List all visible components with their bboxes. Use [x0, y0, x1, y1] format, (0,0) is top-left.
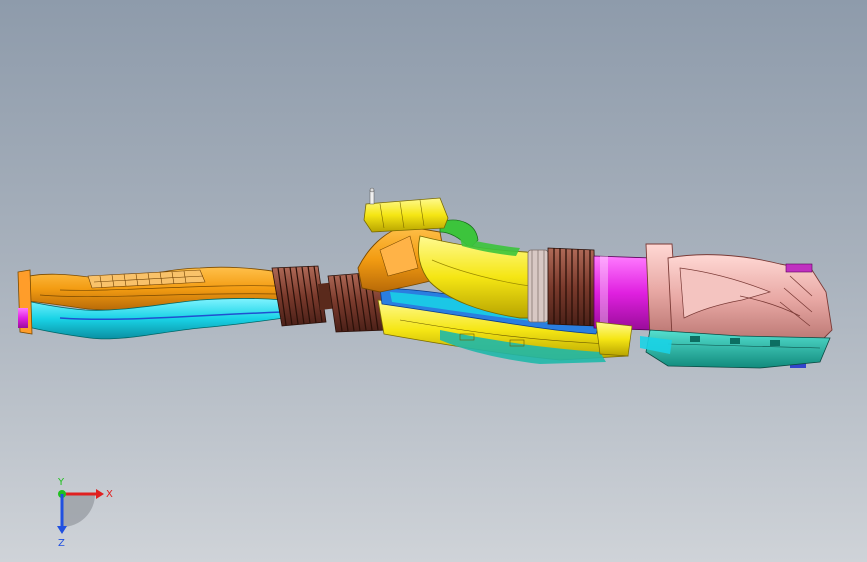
z-axis-arrow-icon — [57, 526, 67, 534]
orientation-triad: X Y Z — [57, 477, 113, 549]
intake-snorkel[interactable] — [17, 266, 285, 340]
hose-clamp-rings[interactable] — [527, 249, 549, 323]
outlet-sleeve[interactable] — [593, 255, 653, 331]
bellows-coupler-left[interactable] — [271, 265, 327, 327]
housing-clip-top — [785, 263, 813, 273]
z-axis-label: Z — [58, 538, 65, 549]
mounting-bracket[interactable] — [595, 321, 633, 357]
x-axis-arrow-icon — [96, 489, 104, 499]
triad-quadrant — [62, 494, 95, 527]
cad-viewport[interactable] — [0, 0, 867, 562]
y-axis-label: Y — [57, 477, 65, 488]
x-axis-label: X — [106, 489, 113, 500]
inlet-clip — [18, 308, 28, 328]
bellows-coupler-right[interactable] — [547, 247, 597, 327]
top-mounting-flange[interactable] — [363, 197, 449, 233]
